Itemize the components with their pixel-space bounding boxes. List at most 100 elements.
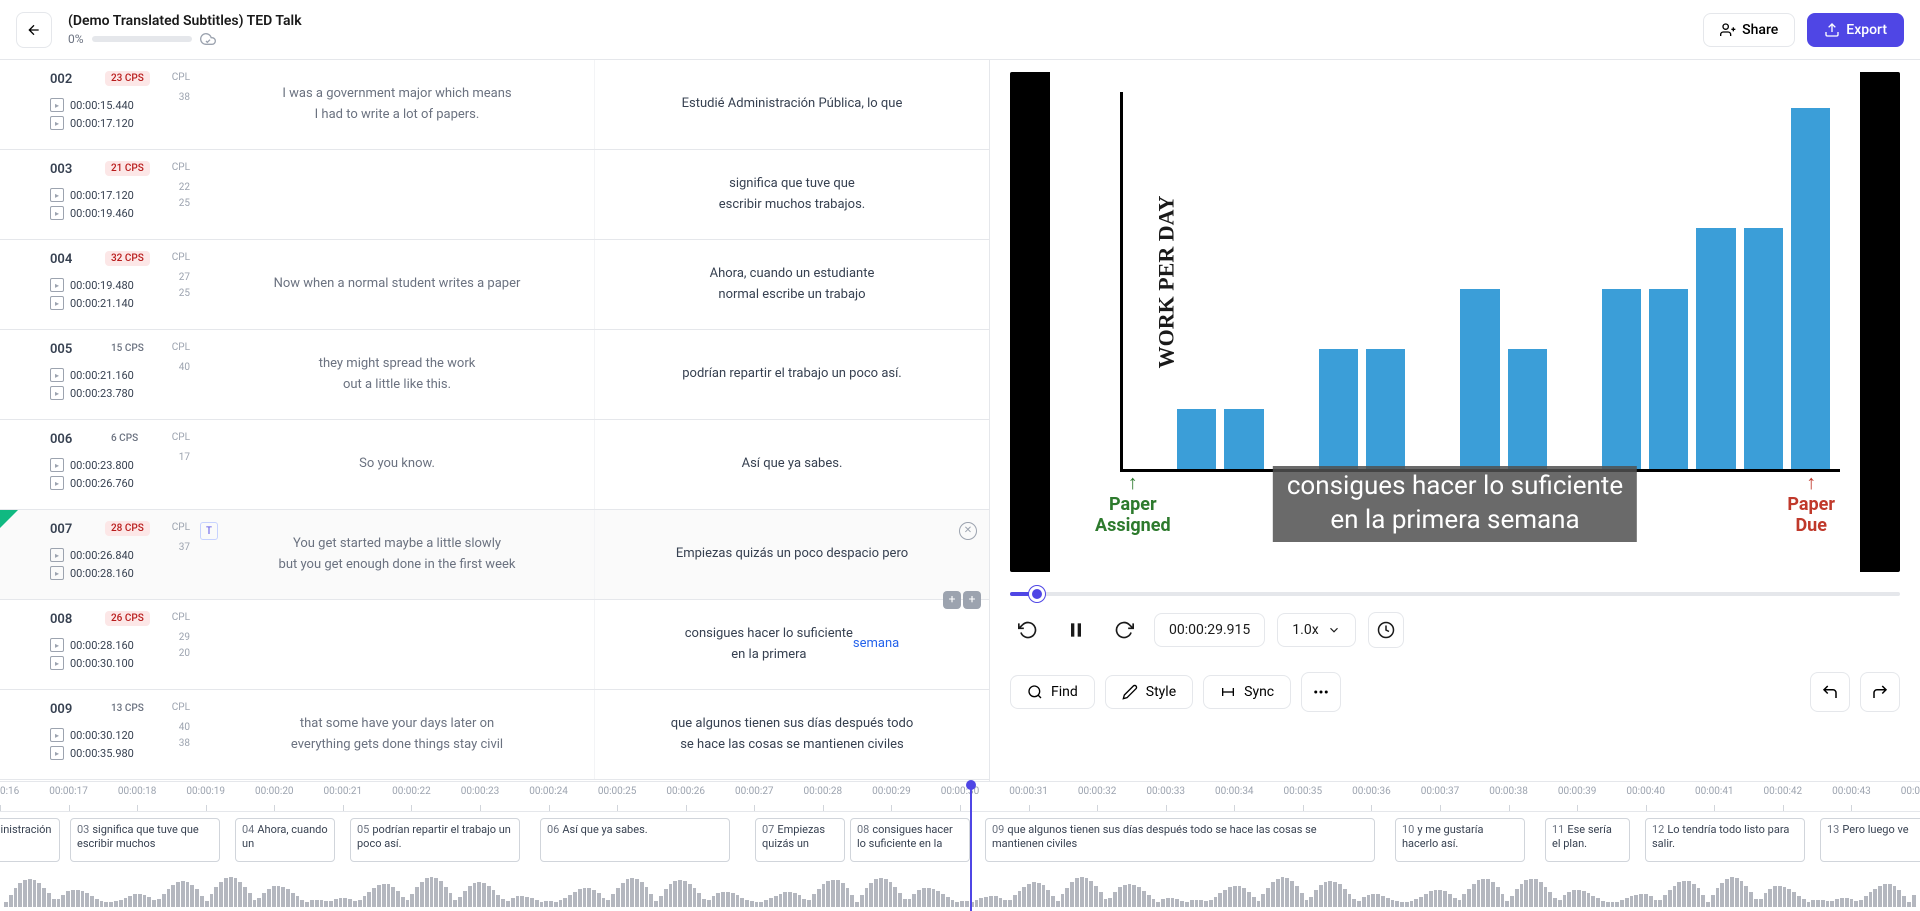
timeline-clip[interactable]: 03significa que tuve que escribir muchos — [70, 818, 220, 862]
forward-icon — [1114, 620, 1134, 640]
time-end[interactable]: 00:00:35.980 — [70, 747, 134, 760]
timeline-clip[interactable]: 08consigues hacer lo suficiente en la — [850, 818, 970, 862]
forward-button[interactable] — [1106, 612, 1142, 648]
subtitle-row[interactable]: 003 21 CPS CPL 2225 ▸00:00:17.120 ▸00:00… — [0, 150, 989, 240]
time-end[interactable]: 00:00:23.780 — [70, 387, 134, 400]
timeline-clip[interactable]: 09que algunos tienen sus días después to… — [985, 818, 1375, 862]
time-start[interactable]: 00:00:26.840 — [70, 549, 134, 562]
time-in-icon[interactable]: ▸ — [50, 638, 64, 652]
chart-bars — [1130, 89, 1830, 469]
time-in-icon[interactable]: ▸ — [50, 548, 64, 562]
subtitle-source-text[interactable]: I was a government major which meansI ha… — [200, 60, 595, 149]
time-out-icon[interactable]: ▸ — [50, 476, 64, 490]
history-button[interactable] — [1368, 612, 1404, 648]
chart-annotation-left: ↑ PaperAssigned — [1095, 470, 1171, 537]
time-start[interactable]: 00:00:28.160 — [70, 639, 134, 652]
add-after-button[interactable]: + — [963, 591, 981, 609]
timeline[interactable]: 00:00:1600:00:1700:00:1800:00:1900:00:20… — [0, 781, 1920, 911]
subtitle-row[interactable]: 008 26 CPS CPL 2920 ▸00:00:28.160 ▸00:00… — [0, 600, 989, 690]
playback-speed-select[interactable]: 1.0x — [1277, 613, 1355, 647]
subtitle-target-text[interactable]: significa que tuve queescribir muchos tr… — [595, 150, 989, 239]
timeline-clip[interactable]: 13Pero luego ve — [1820, 818, 1920, 862]
subtitle-target-text[interactable]: consigues hacer lo suficienteen la prime… — [595, 600, 989, 689]
subtitle-row[interactable]: 005 15 CPS CPL 40 ▸00:00:21.160 ▸00:00:2… — [0, 330, 989, 420]
playback-time[interactable]: 00:00:29.915 — [1154, 613, 1265, 647]
rewind-button[interactable] — [1010, 612, 1046, 648]
subtitle-target-text[interactable]: que algunos tienen sus días después todo… — [595, 690, 989, 779]
time-end[interactable]: 00:00:17.120 — [70, 117, 134, 130]
text-cursor-icon[interactable]: T — [200, 522, 218, 540]
subtitle-row[interactable]: 004 32 CPS CPL 2725 ▸00:00:19.480 ▸00:00… — [0, 240, 989, 330]
time-start[interactable]: 00:00:19.480 — [70, 279, 134, 292]
subtitle-source-text[interactable]: that some have your days later oneveryth… — [200, 690, 595, 779]
seek-thumb[interactable] — [1029, 586, 1045, 602]
timeline-clip[interactable]: 05podrían repartir el trabajo un poco as… — [350, 818, 520, 862]
subtitle-source-text[interactable] — [200, 150, 595, 239]
subtitle-source-text[interactable]: So you know. — [200, 420, 595, 509]
time-out-icon[interactable]: ▸ — [50, 566, 64, 580]
time-in-icon[interactable]: ▸ — [50, 278, 64, 292]
pause-button[interactable] — [1058, 612, 1094, 648]
subtitle-row[interactable]: 007 28 CPS CPL 37 ▸00:00:26.840 ▸00:00:2… — [0, 510, 989, 600]
export-button[interactable]: Export — [1807, 13, 1904, 47]
time-out-icon[interactable]: ▸ — [50, 296, 64, 310]
timeline-clip[interactable]: 07Empiezas quizás un — [755, 818, 845, 862]
subtitle-target-text[interactable]: podrían repartir el trabajo un poco así. — [595, 330, 989, 419]
add-before-button[interactable]: + — [943, 591, 961, 609]
subtitle-source-text[interactable] — [200, 600, 595, 689]
more-button[interactable] — [1301, 672, 1341, 712]
time-start[interactable]: 00:00:23.800 — [70, 459, 134, 472]
time-start[interactable]: 00:00:30.120 — [70, 729, 134, 742]
timeline-clip[interactable]: 12Lo tendría todo listo para salir. — [1645, 818, 1805, 862]
subtitle-row[interactable]: 002 23 CPS CPL 38 ▸00:00:15.440 ▸00:00:1… — [0, 60, 989, 150]
time-out-icon[interactable]: ▸ — [50, 116, 64, 130]
back-button[interactable] — [16, 12, 52, 48]
subtitle-number: 008 — [50, 612, 72, 627]
time-end[interactable]: 00:00:21.140 — [70, 297, 134, 310]
find-button[interactable]: Find — [1010, 675, 1095, 709]
time-out-icon[interactable]: ▸ — [50, 746, 64, 760]
time-out-icon[interactable]: ▸ — [50, 386, 64, 400]
timeline-clip[interactable]: 04Ahora, cuando un — [235, 818, 335, 862]
redo-button[interactable] — [1860, 672, 1900, 712]
playhead[interactable] — [970, 782, 972, 911]
time-in-icon[interactable]: ▸ — [50, 188, 64, 202]
subtitle-source-text[interactable]: they might spread the workout a little l… — [200, 330, 595, 419]
video-player[interactable]: WORK PER DAY ↑ PaperAssigned ↑ PaperDue — [1010, 72, 1900, 572]
time-in-icon[interactable]: ▸ — [50, 368, 64, 382]
subtitle-row[interactable]: 009 13 CPS CPL 4038 ▸00:00:30.120 ▸00:00… — [0, 690, 989, 780]
timeline-clips[interactable]: dié ninistración03significa que tuve que… — [0, 812, 1920, 911]
subtitle-list[interactable]: 002 23 CPS CPL 38 ▸00:00:15.440 ▸00:00:1… — [0, 60, 990, 781]
time-in-icon[interactable]: ▸ — [50, 458, 64, 472]
seek-bar[interactable] — [1010, 592, 1900, 596]
time-end[interactable]: 00:00:26.760 — [70, 477, 134, 490]
clear-button[interactable]: ✕ — [959, 522, 977, 540]
style-button[interactable]: Style — [1105, 675, 1193, 709]
timeline-clip[interactable]: 06Así que ya sabes. — [540, 818, 730, 862]
subtitle-source-text[interactable]: Now when a normal student writes a paper — [200, 240, 595, 329]
subtitle-target-text[interactable]: Ahora, cuando un estudiantenormal escrib… — [595, 240, 989, 329]
time-end[interactable]: 00:00:28.160 — [70, 567, 134, 580]
timeline-ruler[interactable]: 00:00:1600:00:1700:00:1800:00:1900:00:20… — [0, 782, 1920, 812]
time-out-icon[interactable]: ▸ — [50, 206, 64, 220]
subtitle-target-text[interactable]: Estudié Administración Pública, lo que — [595, 60, 989, 149]
undo-button[interactable] — [1810, 672, 1850, 712]
subtitle-source-text[interactable]: You get started maybe a little slowlybut… — [200, 510, 595, 599]
subtitle-target-text[interactable]: Empiezas quizás un poco despacio pero ✕ … — [595, 510, 989, 599]
time-start[interactable]: 00:00:17.120 — [70, 189, 134, 202]
time-out-icon[interactable]: ▸ — [50, 656, 64, 670]
subtitle-row[interactable]: 006 6 CPS CPL 17 ▸00:00:23.800 ▸00:00:26… — [0, 420, 989, 510]
timeline-clip[interactable]: 11Ese sería el plan. — [1545, 818, 1630, 862]
time-end[interactable]: 00:00:30.100 — [70, 657, 134, 670]
timeline-clip[interactable]: dié ninistración — [0, 818, 60, 862]
share-button[interactable]: Share — [1703, 13, 1795, 47]
ruler-tick: 00:00:26 — [666, 786, 705, 797]
time-start[interactable]: 00:00:15.440 — [70, 99, 134, 112]
time-in-icon[interactable]: ▸ — [50, 98, 64, 112]
time-start[interactable]: 00:00:21.160 — [70, 369, 134, 382]
subtitle-target-text[interactable]: Así que ya sabes. — [595, 420, 989, 509]
sync-button[interactable]: Sync — [1203, 675, 1291, 709]
timeline-clip[interactable]: 10y me gustaría hacerlo así. — [1395, 818, 1525, 862]
time-in-icon[interactable]: ▸ — [50, 728, 64, 742]
time-end[interactable]: 00:00:19.460 — [70, 207, 134, 220]
